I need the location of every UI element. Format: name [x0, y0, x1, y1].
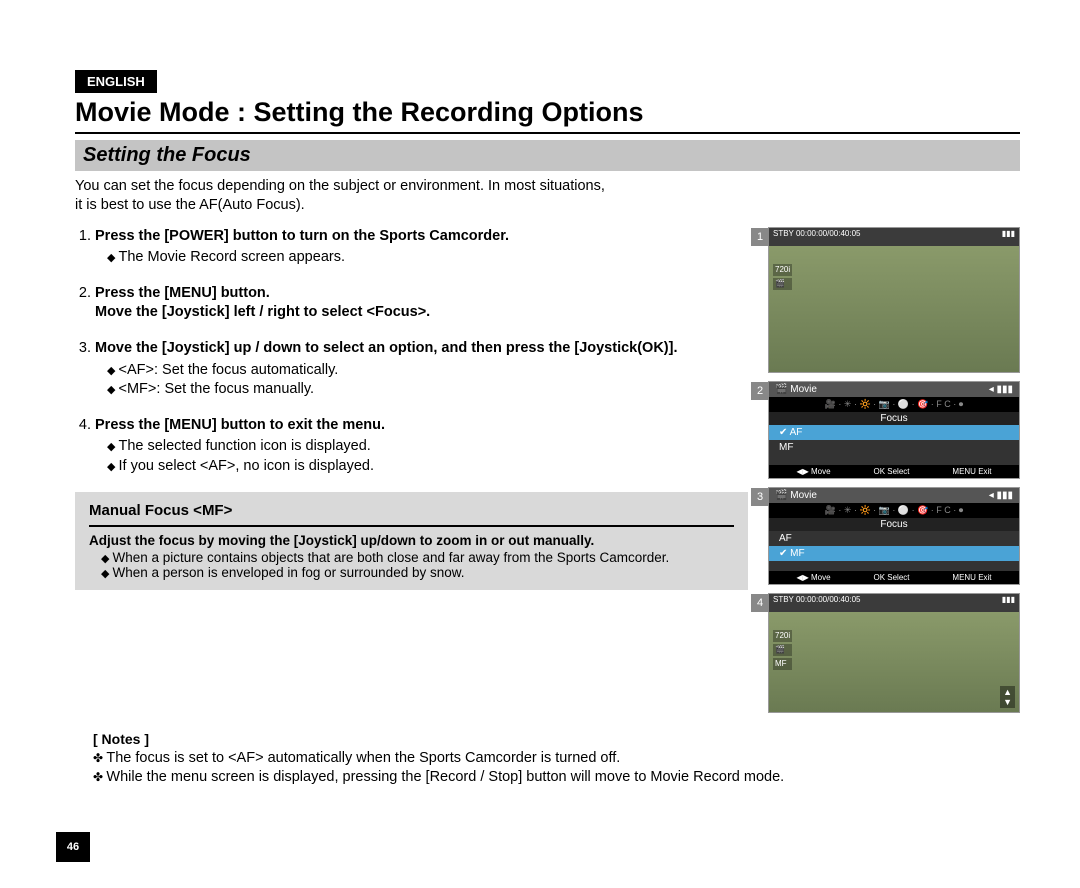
screenshot-number: 1 [751, 228, 769, 246]
osd-icons: 720i 🎬 [773, 264, 792, 292]
step-4-b: If you select <AF>, no icon is displayed… [107, 457, 748, 477]
battery-icon: ▮▮▮ [1002, 595, 1015, 611]
intro-text: You can set the focus depending on the s… [75, 177, 1020, 215]
mf-heading: Manual Focus <MF> [89, 502, 734, 527]
battery-icon: ◂ ▮▮▮ [989, 490, 1013, 501]
mf-case-a: When a picture contains objects that are… [101, 550, 734, 565]
hint-select: OK Select [873, 467, 909, 476]
language-tab: ENGLISH [75, 70, 157, 93]
mf-icon: MF [773, 658, 792, 670]
steps-list: Press the [POWER] button to turn on the … [75, 227, 748, 477]
osd-icons: 720i 🎬 MF [773, 630, 792, 672]
battery-icon: ▮▮▮ [1002, 229, 1015, 245]
stby-indicator: STBY 00:00:00/00:40:05 [773, 229, 860, 245]
screenshot-3: 3 🎬 Movie◂ ▮▮▮ 🎥 · ✳ · 🔆 · 📷 · ⚪ · 🎯 · F… [768, 487, 1020, 585]
mf-line: Adjust the focus by moving the [Joystick… [89, 533, 594, 548]
step-1-sub: The Movie Record screen appears. [107, 248, 748, 268]
intro-line-1: You can set the focus depending on the s… [75, 178, 605, 194]
menu-mode-label: Movie [790, 384, 817, 395]
hint-exit: MENU Exit [952, 467, 991, 476]
hint-exit: MENU Exit [952, 573, 991, 582]
menu-mode: 🎬 [775, 490, 790, 501]
step-4-a: The selected function icon is displayed. [107, 437, 748, 457]
hint-move: ◀▶ Move [796, 467, 830, 476]
stby-indicator: STBY 00:00:00/00:40:05 [773, 595, 860, 611]
page-title: Movie Mode : Setting the Recording Optio… [75, 97, 1020, 134]
step-4: Press the [MENU] button to exit the menu… [95, 417, 385, 433]
screenshots-column: 1 STBY 00:00:00/00:40:05 ▮▮▮ 720i 🎬 2 🎬 … [768, 227, 1020, 721]
step-3-mf: <MF>: Set the focus manually. [119, 381, 315, 397]
screenshot-number: 3 [751, 488, 769, 506]
rec-icon: 🎬 [773, 278, 792, 290]
menu-option-af[interactable]: AF [769, 531, 1019, 546]
menu-mode: 🎬 [775, 384, 790, 395]
intro-line-2: it is best to use the AF(Auto Focus). [75, 197, 305, 213]
step-3-af: <AF>: Set the focus automatically. [119, 362, 339, 378]
step-3: Move the [Joystick] up / down to select … [95, 340, 678, 356]
menu-section-label: Focus [769, 518, 1019, 531]
screenshot-1: 1 STBY 00:00:00/00:40:05 ▮▮▮ 720i 🎬 [768, 227, 1020, 373]
menu-option-af[interactable]: ✔ AF [769, 425, 1019, 440]
step-2b: Move the [Joystick] left / right to sele… [95, 304, 430, 320]
menu-icon-row: 🎥 · ✳ · 🔆 · 📷 · ⚪ · 🎯 · F C · ⏺ [769, 397, 1019, 412]
instructions-column: Press the [POWER] button to turn on the … [75, 227, 768, 721]
res-icon: 720i [773, 630, 792, 642]
notes-list: The focus is set to <AF> automatically w… [75, 749, 1020, 788]
rec-icon: 🎬 [773, 644, 792, 656]
note-b: While the menu screen is displayed, pres… [93, 768, 1020, 788]
battery-icon: ◂ ▮▮▮ [989, 384, 1013, 395]
screenshot-4: 4 STBY 00:00:00/00:40:05 ▮▮▮ 720i 🎬 MF ▲… [768, 593, 1020, 713]
hint-select: OK Select [873, 573, 909, 582]
mf-case-b: When a person is enveloped in fog or sur… [101, 565, 734, 580]
res-icon: 720i [773, 264, 792, 276]
step-2a: Press the [MENU] button. [95, 285, 270, 301]
note-a: The focus is set to <AF> automatically w… [93, 749, 1020, 769]
step-1: Press the [POWER] button to turn on the … [95, 228, 509, 244]
screenshot-2: 2 🎬 Movie◂ ▮▮▮ 🎥 · ✳ · 🔆 · 📷 · ⚪ · 🎯 · F… [768, 381, 1020, 479]
notes-heading: [ Notes ] [93, 731, 1020, 747]
zoom-icon: ▲▼ [1000, 686, 1015, 708]
section-subtitle: Setting the Focus [75, 140, 1020, 171]
screenshot-number: 2 [751, 382, 769, 400]
menu-icon-row: 🎥 · ✳ · 🔆 · 📷 · ⚪ · 🎯 · F C · ⏺ [769, 503, 1019, 518]
hint-move: ◀▶ Move [796, 573, 830, 582]
menu-option-mf[interactable]: ✔ MF [769, 546, 1019, 561]
menu-mode-label: Movie [790, 490, 817, 501]
manual-focus-box: Manual Focus <MF> Adjust the focus by mo… [75, 492, 748, 590]
page-number-badge: 46 [56, 832, 90, 862]
menu-section-label: Focus [769, 412, 1019, 425]
menu-option-mf[interactable]: MF [769, 440, 1019, 455]
screenshot-number: 4 [751, 594, 769, 612]
